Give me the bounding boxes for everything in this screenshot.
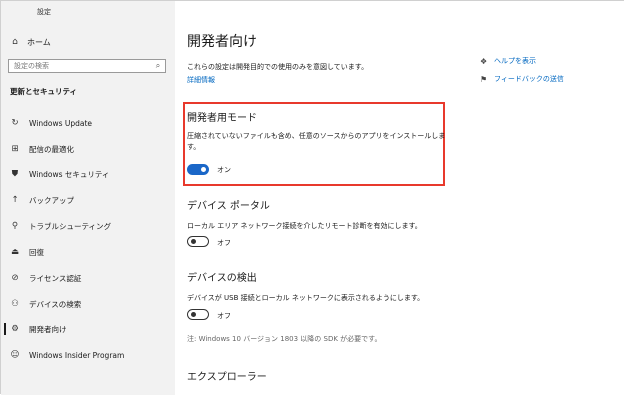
refresh-icon: ↻ (11, 118, 19, 128)
page-description: これらの設定は開発目的での使用のみを意図しています。 (187, 63, 369, 71)
developer-mode-title: 開発者用モード (187, 113, 257, 124)
toggle-knob (191, 312, 196, 317)
shield-icon: ⛊ (11, 169, 19, 179)
device-discovery-toggle-label: オフ (217, 312, 231, 320)
device-discovery-note: 注: Windows 10 バージョン 1803 以降の SDK が必要です。 (187, 335, 382, 343)
device-portal-description: ローカル エリア ネットワーク接続を介したリモート診断を有効にします。 (187, 222, 422, 230)
toggle-knob (191, 239, 196, 244)
sidebar-item-windows-security[interactable]: ⛊ Windows セキュリティ (1, 164, 175, 184)
details-link[interactable]: 詳細情報 (187, 75, 215, 85)
wrench-icon: ⚲ (11, 221, 19, 231)
sidebar-item-label: デバイスの検索 (29, 299, 82, 309)
help-link[interactable]: ヘルプを表示 (494, 56, 536, 66)
sidebar-item-label: Windows Insider Program (29, 350, 125, 360)
sidebar: 設定 ⌂ ホーム ⌕ 更新とセキュリティ ↻ Windows Update ⊞ … (1, 1, 175, 395)
developer-icon: ⚙ (11, 324, 19, 334)
feedback-link-row[interactable]: ⚑ フィードバックの送信 (480, 73, 564, 85)
device-discovery-toggle[interactable] (187, 309, 209, 320)
backup-arrow-icon: ↑ (11, 195, 19, 205)
sidebar-item-find-my-device[interactable]: ⚇ デバイスの検索 (1, 294, 175, 314)
toggle-knob (201, 167, 206, 172)
sidebar-item-troubleshoot[interactable]: ⚲ トラブルシューティング (1, 216, 175, 236)
help-link-row[interactable]: ❖ ヘルプを表示 (480, 55, 564, 67)
chat-bubble-icon: ❖ (480, 56, 488, 66)
home-icon: ⌂ (12, 37, 18, 47)
sidebar-item-label: トラブルシューティング (29, 221, 112, 231)
sidebar-item-label: バックアップ (29, 195, 74, 205)
sidebar-item-windows-insider[interactable]: ☺ Windows Insider Program (1, 345, 175, 365)
explorer-title: エクスプローラー (187, 372, 267, 383)
check-circle-icon: ⊘ (11, 273, 19, 283)
sidebar-item-label: Windows セキュリティ (29, 169, 110, 179)
sidebar-item-label: 配信の最適化 (29, 144, 74, 154)
device-discovery-description: デバイスが USB 接続とローカル ネットワークに表示されるようにします。 (187, 294, 425, 302)
main-content: 開発者向け これらの設定は開発目的での使用のみを意図しています。 詳細情報 ❖ … (175, 1, 624, 395)
device-portal-toggle-label: オフ (217, 239, 231, 247)
device-portal-title: デバイス ポータル (187, 201, 270, 212)
home-label: ホーム (27, 37, 51, 47)
related-links: ❖ ヘルプを表示 ⚑ フィードバックの送信 (480, 55, 564, 91)
search-input[interactable] (9, 62, 152, 70)
page-title: 開発者向け (187, 34, 257, 50)
device-discovery-title: デバイスの検出 (187, 273, 257, 284)
sidebar-item-for-developers[interactable]: ⚙ 開発者向け (1, 319, 175, 339)
developer-mode-toggle-label: オン (217, 166, 231, 174)
sidebar-item-activation[interactable]: ⊘ ライセンス認証 (1, 268, 175, 288)
recovery-icon: ⏏ (10, 247, 20, 257)
sidebar-item-backup[interactable]: ↑ バックアップ (1, 190, 175, 210)
section-title: 更新とセキュリティ (10, 87, 78, 96)
sidebar-item-label: ライセンス認証 (29, 273, 82, 283)
search-icon: ⌕ (155, 61, 161, 70)
sidebar-item-windows-update[interactable]: ↻ Windows Update (1, 113, 175, 133)
developer-mode-description-line2: す。 (187, 143, 201, 151)
device-portal-toggle[interactable] (187, 236, 209, 247)
sidebar-item-label: 回復 (29, 247, 44, 257)
sidebar-item-label: Windows Update (29, 118, 93, 128)
sidebar-item-delivery-optimization[interactable]: ⊞ 配信の最適化 (1, 139, 175, 159)
home-nav-item[interactable]: ⌂ ホーム (7, 34, 167, 50)
feedback-link[interactable]: フィードバックの送信 (494, 74, 564, 84)
sidebar-item-label: 開発者向け (29, 324, 67, 334)
person-feedback-icon: ⚑ (480, 74, 488, 84)
search-box[interactable]: ⌕ (8, 59, 166, 73)
developer-mode-toggle[interactable] (187, 164, 209, 175)
delivery-optimization-icon: ⊞ (11, 144, 19, 154)
settings-window: 設定 ⌂ ホーム ⌕ 更新とセキュリティ ↻ Windows Update ⊞ … (0, 0, 624, 395)
developer-mode-description-line1: 圧縮されていないファイルも含め、任意のソースからのアプリをインストールしま (187, 132, 446, 140)
window-title: 設定 (37, 8, 51, 16)
sidebar-item-recovery[interactable]: ⏏ 回復 (1, 242, 175, 262)
person-location-icon: ⚇ (11, 299, 19, 309)
insider-icon: ☺ (10, 350, 20, 360)
